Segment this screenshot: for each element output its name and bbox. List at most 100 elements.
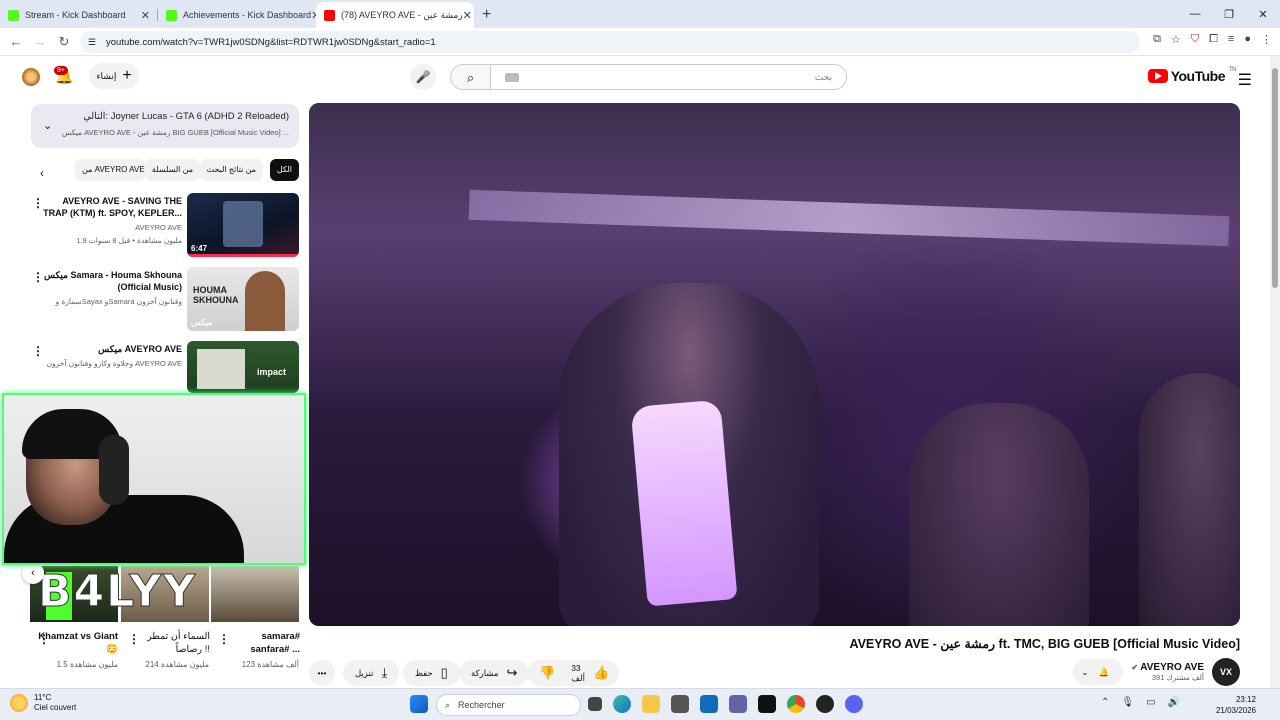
chip-all[interactable]: الكل <box>269 159 299 181</box>
video-player[interactable] <box>309 103 1240 626</box>
tab-title: Stream - Kick Dashboard <box>25 10 126 20</box>
file-explorer-icon[interactable] <box>642 695 660 713</box>
store-icon[interactable] <box>671 695 689 713</box>
date: 21/03/2026 <box>1215 706 1256 715</box>
windows-taskbar: 11°C Ciel couvert ⌕ Rechercher ⌃ 🎙 ▭ 🔊 2… <box>0 688 1280 720</box>
chip-from-series[interactable]: من السلسلة <box>144 159 200 181</box>
tab-title: (78) AVEYRO AVE - رمشة عين <box>341 9 463 20</box>
chevron-down-icon[interactable]: ⌄ <box>43 119 52 132</box>
maximize-icon[interactable]: ❐ <box>1212 8 1246 21</box>
extensions-icon[interactable]: ⧠ <box>1209 33 1218 46</box>
up-next-title: التالي: Joyner Lucas - GTA 6 (ADHD 2 Rel… <box>83 111 289 122</box>
teams-icon[interactable] <box>729 695 747 713</box>
download-button[interactable]: تنزيل ⤓ <box>343 660 400 686</box>
channel-name[interactable]: ✔ AVEYRO AVE <box>1131 662 1204 673</box>
profile-icon[interactable]: ● <box>1244 33 1251 46</box>
clock[interactable]: 23:12 21/03/2026 <box>1216 694 1256 716</box>
more-actions-button[interactable]: ••• <box>309 660 335 686</box>
short-thumbnail[interactable] <box>211 566 299 622</box>
temperature: 11°C <box>34 693 52 702</box>
create-label: إنشاء <box>96 70 117 81</box>
network-icon[interactable]: ▭ <box>1146 697 1155 708</box>
short-title[interactable]: samara# sanfara# ... <box>230 630 300 656</box>
plus-icon: + <box>122 67 132 84</box>
video-thumbnail[interactable]: impact <box>187 341 299 393</box>
weather-widget[interactable]: 11°C Ciel couvert <box>10 693 76 713</box>
avatar[interactable] <box>22 68 40 86</box>
list-item[interactable]: ⋮ ميكس Samara - Houma Skhouna (Official … <box>30 267 300 333</box>
short-title[interactable]: السماء أن تمطر رصاصاً !! <box>130 630 210 656</box>
list-item[interactable]: ⋮ AVEYRO AVE - SAVING THE TRAP (KTM) ft.… <box>30 193 300 259</box>
chrome-icon[interactable] <box>787 695 805 713</box>
like-icon[interactable]: 👍 <box>593 665 609 681</box>
search-icon: ⌕ <box>445 699 451 710</box>
task-view-icon[interactable] <box>588 697 602 711</box>
page-scrollbar[interactable] <box>1270 56 1280 688</box>
bell-icon: 🔔 <box>1098 666 1110 677</box>
search-button[interactable]: ⌕ <box>450 64 490 90</box>
search-input[interactable]: بحث <box>490 64 847 90</box>
video-title[interactable]: ميكس AVEYRO AVE <box>42 343 182 355</box>
tray-chevron-icon[interactable]: ⌃ <box>1101 697 1109 708</box>
share-button[interactable]: مشاركة ↪ <box>459 660 530 686</box>
address-bar: ← → ↻ ☰ youtube.com/watch?v=TWR1jw0SDNg&… <box>0 28 1280 56</box>
close-icon[interactable]: ✕ <box>141 9 150 22</box>
like-count[interactable]: 33 ألف <box>571 663 585 684</box>
obs-icon[interactable] <box>816 695 834 713</box>
discord-icon[interactable] <box>845 695 863 713</box>
url-field[interactable]: ☰ youtube.com/watch?v=TWR1jw0SDNg&list=R… <box>80 31 1140 53</box>
browser-tab[interactable]: Achievements - Kick Dashboard ✕ <box>158 2 316 28</box>
more-options-icon[interactable]: ⋮ <box>128 632 140 646</box>
video-thumbnail[interactable]: HOUMA SKHOUNA ميكس <box>187 267 299 331</box>
microphone-tray-icon[interactable]: 🎙 <box>1121 697 1134 708</box>
bookmark-star-icon[interactable]: ☆ <box>1171 33 1181 46</box>
video-title[interactable]: AVEYRO AVE - SAVING THE TRAP (KTM) ft. S… <box>42 195 182 219</box>
more-options-icon[interactable]: ⋮ <box>218 632 230 646</box>
reload-icon[interactable]: ↻ <box>52 34 76 50</box>
youtube-logo[interactable]: YouTube TN <box>1147 67 1237 84</box>
menu-icon[interactable]: ⋮ <box>1261 33 1272 46</box>
headphones-icon <box>99 435 129 505</box>
save-button[interactable]: حفظ ▯ <box>403 660 460 686</box>
taskbar-search[interactable]: ⌕ Rechercher <box>436 694 581 716</box>
browser-tab-active[interactable]: (78) AVEYRO AVE - رمشة عين ✕ <box>316 2 474 28</box>
system-tray: ⌃ 🎙 ▭ 🔊 <box>1101 697 1180 708</box>
channel-name[interactable]: AVEYRO AVE <box>32 223 182 232</box>
site-info-icon[interactable]: ☰ <box>88 37 96 48</box>
minimize-icon[interactable]: — <box>1178 8 1212 20</box>
shield-extension-icon[interactable]: ⛉ <box>1191 33 1199 46</box>
chip-from-channel[interactable]: من AVEYRO AVE <box>75 159 145 181</box>
subscribe-bell-button[interactable]: ⌄ 🔔 <box>1073 659 1124 685</box>
guide-menu-icon[interactable]: ☰ <box>1238 70 1252 90</box>
chip-from-search[interactable]: من نتائج البحث <box>199 159 263 181</box>
shorts-scroll-left-icon[interactable]: ‹ <box>22 562 44 584</box>
more-options-icon[interactable]: ⋮ <box>38 632 50 646</box>
forward-icon[interactable]: → <box>28 34 52 49</box>
close-icon[interactable]: ✕ <box>463 9 472 22</box>
volume-icon[interactable]: 🔊 <box>1168 697 1180 708</box>
install-icon[interactable]: ⧉ <box>1153 33 1161 46</box>
windows-start-icon[interactable] <box>410 695 428 713</box>
short-views: 123 ألف مشاهدة <box>241 660 299 669</box>
create-button[interactable]: إنشاء + <box>89 63 139 89</box>
browser-tab[interactable]: Stream - Kick Dashboard ✕ <box>0 2 158 28</box>
back-icon[interactable]: ← <box>4 34 28 49</box>
up-next-panel[interactable]: ⌄ التالي: Joyner Lucas - GTA 6 (ADHD 2 R… <box>31 104 299 148</box>
new-tab-button[interactable]: + <box>482 2 491 28</box>
close-window-icon[interactable]: ✕ <box>1246 8 1280 21</box>
video-meta: 1.9 مليون مشاهدة • قبل 8 سنوات <box>76 236 182 245</box>
download-label: تنزيل <box>355 667 374 678</box>
video-duration: 6:47 <box>191 244 208 253</box>
channel-avatar[interactable]: VX <box>1212 658 1240 686</box>
edge-icon[interactable] <box>613 695 631 713</box>
dislike-icon[interactable]: 👎 <box>539 665 555 681</box>
video-title[interactable]: ميكس Samara - Houma Skhouna (Official Mu… <box>42 269 182 293</box>
outlook-icon[interactable] <box>700 695 718 713</box>
reading-list-icon[interactable]: ≡ <box>1228 33 1234 46</box>
microphone-icon[interactable]: 🎤 <box>410 64 436 90</box>
share-icon: ↪ <box>506 665 518 680</box>
video-thumbnail[interactable]: 6:47 <box>187 193 299 257</box>
capcut-icon[interactable] <box>758 695 776 713</box>
up-next-subtitle: ميكس AVEYRO AVE - رمشة عين BIG GUEB [Off… <box>62 128 289 137</box>
keyboard-icon[interactable] <box>505 72 519 82</box>
